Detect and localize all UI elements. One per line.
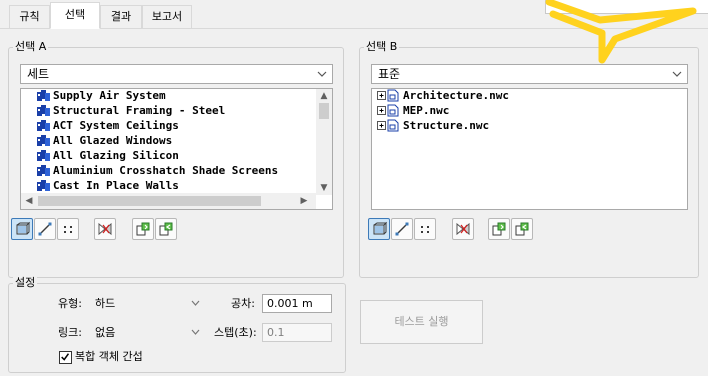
scroll-up-icon[interactable]: ▲ <box>316 91 332 101</box>
points-button[interactable] <box>414 218 436 240</box>
tolerance-label: 공차: <box>231 297 255 310</box>
selection-a-label: 선택 A <box>13 40 49 54</box>
scroll-down-icon[interactable]: ▼ <box>316 183 332 193</box>
selection-a-group: 선택 A 세트 Supply Air System Structural Fram… <box>8 40 344 278</box>
line-icon <box>395 222 409 236</box>
select-in-scene-button[interactable] <box>155 218 177 240</box>
expand-file-icon <box>377 104 399 117</box>
scroll-right-icon[interactable]: ▶ <box>296 196 312 206</box>
link-value: 없음 <box>95 326 116 339</box>
tab-label: 규칙 <box>19 10 40 23</box>
tab-report[interactable]: 보고서 <box>142 5 192 29</box>
selection-set-icon <box>37 165 50 176</box>
selection-set-icon <box>37 105 50 116</box>
chevron-down-icon <box>672 71 682 77</box>
selection-b-label: 선택 B <box>364 40 400 54</box>
composite-checkbox[interactable] <box>59 351 72 364</box>
tab-label: 보고서 <box>151 10 183 23</box>
model-file-label: MEP.nwc <box>403 104 450 117</box>
selection-b-dropdown-value: 표준 <box>378 67 401 81</box>
selection-set-label: Aluminium Crosshatch Shade Screens <box>53 164 279 177</box>
type-value: 하드 <box>95 297 116 310</box>
line-button[interactable] <box>34 218 56 240</box>
model-file-label: Structure.nwc <box>403 119 490 132</box>
step-input[interactable]: 0.1 <box>262 323 332 342</box>
tab-rules[interactable]: 규칙 <box>9 5 50 29</box>
use-current-selection-icon <box>492 222 506 236</box>
selection-b-group: 선택 B 표준 Architecture.nwc MEP.nwc Structure… <box>359 40 699 278</box>
selection-panel: 선택 A 세트 Supply Air System Structural Fram… <box>0 29 708 376</box>
selection-a-dropdown[interactable]: 세트 <box>20 64 333 84</box>
select-in-scene-button[interactable] <box>511 218 533 240</box>
surface-icon <box>16 221 30 235</box>
self-intersect-icon <box>98 222 112 236</box>
chevron-down-icon <box>317 71 327 77</box>
selection-set-label: Cast In Place Walls <box>53 179 179 192</box>
expand-file-icon <box>377 119 399 132</box>
chevron-down-icon <box>191 300 200 306</box>
points-button[interactable] <box>57 218 79 240</box>
chevron-down-icon <box>191 329 200 335</box>
use-current-selection-icon <box>136 222 150 236</box>
selection-set-icon <box>37 90 50 101</box>
selection-set-label: All Glazing Silicon <box>53 149 179 162</box>
use-current-selection-button[interactable] <box>488 218 510 240</box>
tab-label: 선택 <box>64 8 86 21</box>
selection-set-icon <box>37 135 50 146</box>
test-run-button[interactable]: 테스트 실행 <box>360 300 483 344</box>
points-icon <box>421 226 429 233</box>
tolerance-input[interactable]: 0.001 m <box>262 294 332 313</box>
selection-set-label: Supply Air System <box>53 89 166 102</box>
settings-label: 설정 <box>13 276 38 290</box>
selection-a-hscrollbar[interactable]: ◀ ▶ <box>21 193 316 209</box>
selection-a-vscrollbar[interactable]: ▲ ▼ <box>316 89 332 195</box>
selection-b-dropdown[interactable]: 표준 <box>371 64 688 84</box>
select-in-scene-icon <box>159 222 173 236</box>
selection-set-icon <box>37 180 50 191</box>
link-dropdown[interactable]: 없음 <box>90 323 207 342</box>
tab-label: 결과 <box>110 10 132 23</box>
expand-file-icon <box>377 89 399 102</box>
surface-icon <box>373 221 387 235</box>
type-dropdown[interactable]: 하드 <box>90 294 207 313</box>
scroll-thumb[interactable] <box>38 196 261 206</box>
selection-set-label: All Glazed Windows <box>53 134 173 147</box>
use-current-selection-button[interactable] <box>132 218 154 240</box>
surface-button[interactable] <box>11 218 33 240</box>
type-label: 유형: <box>58 297 82 310</box>
selection-b-tree[interactable]: Architecture.nwc MEP.nwc Structure.nwc <box>371 88 688 210</box>
selection-set-label: Structural Framing - Steel <box>53 104 226 117</box>
adjacent-window-edge <box>545 0 708 14</box>
scroll-left-icon[interactable]: ◀ <box>21 196 37 206</box>
line-icon <box>38 222 52 236</box>
model-file-label: Architecture.nwc <box>403 89 509 102</box>
settings-group: 설정 유형: 하드 공차: 0.001 m 링크: 없음 스텝(초): 0.1 … <box>8 276 346 373</box>
self-intersect-button[interactable] <box>94 218 116 240</box>
selection-set-label: ACT System Ceilings <box>53 119 179 132</box>
tab-selection[interactable]: 선택 <box>50 2 100 29</box>
select-in-scene-icon <box>515 222 529 236</box>
step-label: 스텝(초): <box>214 326 257 339</box>
scroll-thumb[interactable] <box>319 103 329 119</box>
self-intersect-button[interactable] <box>452 218 474 240</box>
selection-a-tree[interactable]: Supply Air System Structural Framing - St… <box>20 88 333 210</box>
selection-set-icon <box>37 150 50 161</box>
selection-set-icon <box>37 120 50 131</box>
self-intersect-icon <box>456 222 470 236</box>
surface-button[interactable] <box>368 218 390 240</box>
link-label: 링크: <box>58 326 82 339</box>
selection-a-dropdown-value: 세트 <box>27 67 50 81</box>
composite-label: 복합 객체 간섭 <box>75 350 143 363</box>
points-icon <box>64 226 72 233</box>
checkmark-icon <box>61 353 70 361</box>
tab-results[interactable]: 결과 <box>100 5 142 29</box>
line-button[interactable] <box>391 218 413 240</box>
tab-bar: 규칙 선택 결과 보고서 <box>0 0 708 29</box>
